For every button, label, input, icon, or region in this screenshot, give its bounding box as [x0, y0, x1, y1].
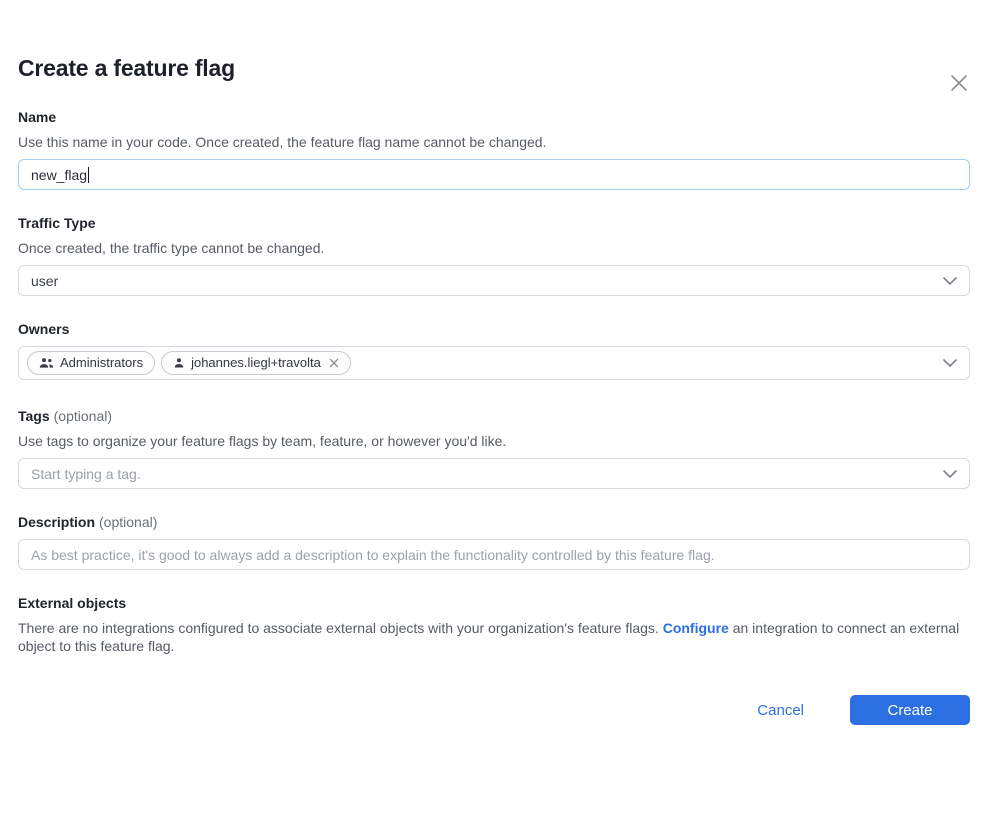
- owner-chip-administrators[interactable]: Administrators: [27, 351, 155, 375]
- description-optional-text: (optional): [99, 514, 157, 530]
- description-label: Description(optional): [18, 513, 970, 531]
- name-label: Name: [18, 108, 970, 126]
- owners-multiselect[interactable]: Administrators johannes.liegl+travolta: [18, 346, 970, 380]
- tags-section: Tags(optional) Use tags to organize your…: [18, 407, 970, 489]
- tags-label: Tags(optional): [18, 407, 970, 425]
- description-section: Description(optional) As best practice, …: [18, 513, 970, 570]
- group-icon: [39, 357, 54, 369]
- close-icon: [948, 72, 970, 94]
- create-feature-flag-dialog: Create a feature flag Name Use this name…: [0, 54, 988, 725]
- description-input[interactable]: As best practice, it's good to always ad…: [18, 539, 970, 570]
- owners-label: Owners: [18, 320, 970, 338]
- tags-label-text: Tags: [18, 408, 50, 424]
- traffic-type-section: Traffic Type Once created, the traffic t…: [18, 214, 970, 296]
- create-button[interactable]: Create: [850, 695, 970, 725]
- name-helper: Use this name in your code. Once created…: [18, 133, 970, 151]
- traffic-type-label: Traffic Type: [18, 214, 970, 232]
- remove-x-icon: [329, 358, 339, 368]
- external-objects-label: External objects: [18, 594, 970, 612]
- chevron-down-icon: [943, 470, 957, 478]
- tags-helper: Use tags to organize your feature flags …: [18, 432, 970, 450]
- owner-chip-label: johannes.liegl+travolta: [191, 352, 321, 374]
- description-placeholder: As best practice, it's good to always ad…: [31, 547, 715, 563]
- close-button[interactable]: [946, 70, 972, 96]
- dialog-title: Create a feature flag: [18, 54, 970, 82]
- external-objects-text: There are no integrations configured to …: [18, 619, 970, 655]
- person-icon: [173, 357, 185, 369]
- text-caret: [88, 167, 89, 183]
- external-objects-section: External objects There are no integratio…: [18, 594, 970, 655]
- name-input[interactable]: new_flag: [18, 159, 970, 190]
- name-section: Name Use this name in your code. Once cr…: [18, 108, 970, 190]
- configure-link[interactable]: Configure: [663, 620, 729, 636]
- tags-placeholder: Start typing a tag.: [31, 466, 141, 482]
- tags-input[interactable]: Start typing a tag.: [18, 458, 970, 489]
- description-label-text: Description: [18, 514, 95, 530]
- traffic-type-helper: Once created, the traffic type cannot be…: [18, 239, 970, 257]
- chevron-down-icon: [943, 359, 957, 367]
- cancel-button[interactable]: Cancel: [747, 696, 814, 725]
- owner-chip-user[interactable]: johannes.liegl+travolta: [161, 351, 351, 375]
- tags-optional-text: (optional): [54, 408, 112, 424]
- dialog-footer: Cancel Create: [18, 695, 970, 725]
- remove-owner-button[interactable]: [329, 358, 339, 368]
- owner-chip-label: Administrators: [60, 352, 143, 374]
- chevron-down-icon: [943, 277, 957, 285]
- name-input-value: new_flag: [31, 167, 87, 183]
- owners-section: Owners Administrators: [18, 320, 970, 380]
- traffic-type-select[interactable]: user: [18, 265, 970, 296]
- traffic-type-selected-value: user: [31, 273, 58, 289]
- external-text-before: There are no integrations configured to …: [18, 620, 663, 636]
- owners-chip-list: Administrators johannes.liegl+travolta: [27, 351, 943, 375]
